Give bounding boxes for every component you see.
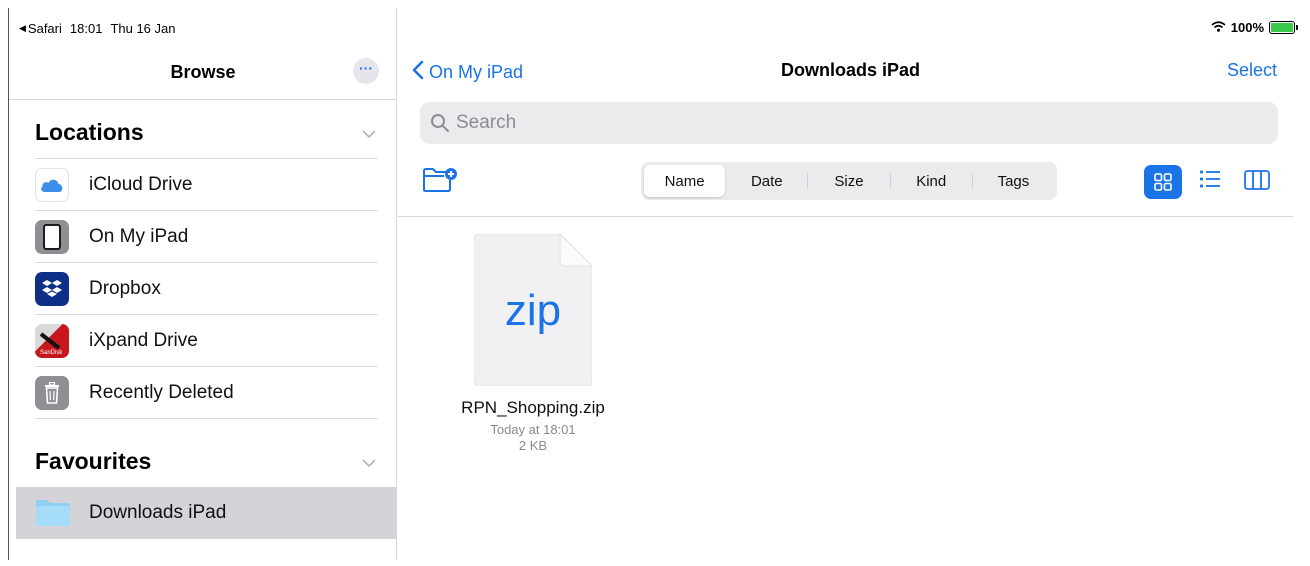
file-item[interactable]: zip RPN_Shopping.zip Today at 18:01 2 KB — [438, 234, 628, 454]
sidebar-item-recently-deleted[interactable]: Recently Deleted — [35, 367, 378, 419]
chevron-down-icon[interactable] — [362, 457, 376, 471]
sidebar-header: Browse ··· — [9, 52, 397, 100]
sidebar-item-on-my-ipad[interactable]: On My iPad — [35, 211, 378, 263]
status-bar-right: 100% — [1211, 20, 1298, 35]
sidebar-item-label: iXpand Drive — [89, 329, 198, 351]
sort-option-size[interactable]: Size — [808, 165, 889, 197]
status-time: 18:01 — [69, 21, 103, 36]
trash-icon — [35, 375, 69, 410]
search-input[interactable]: Search — [420, 102, 1278, 144]
sidebar-item-ixpand-drive[interactable]: SanDisk iXpand Drive — [35, 315, 378, 367]
zip-file-icon: zip — [474, 234, 592, 386]
sidebar: ◀ Safari 18:01 Thu 16 Jan Browse ··· Loc… — [9, 8, 397, 560]
back-app-label[interactable]: Safari — [28, 21, 62, 36]
sidebar-item-label: Recently Deleted — [89, 381, 234, 403]
dropbox-icon — [35, 271, 69, 306]
list-view-icon[interactable] — [1199, 169, 1221, 194]
file-modified: Today at 18:01 — [490, 422, 576, 437]
sidebar-item-label: On My iPad — [89, 225, 189, 247]
sidebar-title: Browse — [170, 62, 236, 82]
status-bar-left: ◀ Safari 18:01 Thu 16 Jan — [19, 21, 175, 36]
icloud-icon — [35, 167, 69, 202]
sort-option-tags[interactable]: Tags — [973, 165, 1054, 197]
file-size: 2 KB — [518, 438, 548, 453]
battery-icon — [1269, 21, 1298, 34]
file-extension-label: zip — [504, 286, 562, 335]
sort-option-date[interactable]: Date — [726, 165, 807, 197]
main-pane: 100% On My iPad Downloads iPad Select Se… — [398, 8, 1302, 560]
divider — [398, 216, 1293, 217]
grid-view-icon[interactable] — [1144, 165, 1182, 199]
locations-header[interactable]: Locations — [35, 119, 144, 146]
favourites-header[interactable]: Favourites — [35, 448, 151, 475]
column-view-icon[interactable] — [1244, 170, 1270, 195]
chevron-down-icon[interactable] — [362, 128, 376, 142]
status-date: Thu 16 Jan — [110, 21, 176, 36]
search-icon — [430, 113, 450, 133]
sidebar-item-label: Downloads iPad — [89, 502, 227, 523]
sidebar-item-downloads-ipad[interactable]: Downloads iPad — [16, 487, 397, 539]
sort-segmented-control: Name Date Size Kind Tags — [641, 162, 1057, 200]
back-to-app-icon[interactable]: ◀ — [19, 23, 26, 34]
search-placeholder: Search — [456, 112, 517, 133]
files-app-window: ◀ Safari 18:01 Thu 16 Jan Browse ··· Loc… — [8, 8, 1302, 560]
battery-percent: 100% — [1230, 20, 1264, 35]
sidebar-item-label: Dropbox — [89, 277, 161, 299]
sidebar-item-icloud-drive[interactable]: iCloud Drive — [35, 159, 378, 211]
ixpand-icon: SanDisk — [35, 323, 69, 358]
sort-option-name[interactable]: Name — [644, 165, 726, 197]
file-name: RPN_Shopping.zip — [461, 398, 605, 417]
ipad-icon — [35, 219, 69, 254]
new-folder-icon[interactable] — [422, 167, 458, 198]
svg-text:SanDisk: SanDisk — [40, 350, 63, 356]
sort-option-kind[interactable]: Kind — [891, 165, 972, 197]
select-button[interactable]: Select — [1227, 60, 1277, 81]
folder-icon — [35, 499, 71, 527]
sidebar-item-label: iCloud Drive — [89, 173, 193, 195]
sidebar-item-dropbox[interactable]: Dropbox — [35, 263, 378, 315]
more-options-button[interactable]: ··· — [353, 58, 379, 84]
page-title: Downloads iPad — [780, 60, 921, 80]
wifi-icon — [1211, 20, 1226, 35]
